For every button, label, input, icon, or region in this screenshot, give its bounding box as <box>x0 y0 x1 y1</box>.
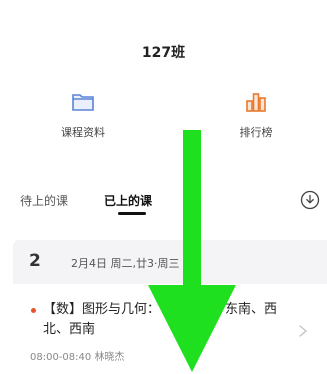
lesson-status-dot <box>31 308 36 313</box>
ranking-label: 排行榜 <box>239 126 273 139</box>
course-materials-button[interactable]: 课程资料 <box>28 88 138 140</box>
lesson-group-date: 2月4日 周二,廿3·周三 <box>71 257 180 270</box>
lesson-item[interactable]: 【数】图形与几何：认识东北、东南、西北、西南 08:00-08:40 林晓杰 <box>13 284 327 374</box>
lesson-teacher: 林晓杰 <box>94 352 125 363</box>
ranking-button[interactable]: 排行榜 <box>201 88 311 140</box>
ranking-icon <box>246 93 266 112</box>
lesson-title: 【数】图形与几何：认识东北、东南、西北、西南 <box>43 302 278 337</box>
tab-finished[interactable]: 已上的课 <box>104 192 152 209</box>
folder-icon <box>72 94 94 111</box>
class-title: 127班 <box>141 45 186 61</box>
lesson-meta: 08:00-08:40 林晓杰 <box>30 348 124 363</box>
tab-upcoming[interactable]: 待上的课 <box>20 192 68 209</box>
lesson-time: 08:00-08:40 <box>30 352 92 363</box>
lesson-group-card: 2 2月4日 周二,廿3·周三 【数】图形与几何：认识东北、东南、西北、西南 0… <box>13 240 327 374</box>
active-tab-indicator <box>118 212 146 215</box>
lesson-group-number: 2 <box>29 251 41 271</box>
download-circle-icon[interactable] <box>300 190 320 210</box>
chevron-right-icon <box>299 325 307 337</box>
lesson-tabs: 待上的课 已上的课 <box>0 176 327 224</box>
lesson-group-header: 2 2月4日 周二,廿3·周三 <box>13 240 327 284</box>
class-page: 127班 课程资料 排行榜 待上的课 已上的课 2 2月4日 周二,廿3·周三 <box>0 0 327 374</box>
course-materials-label: 课程资料 <box>61 126 105 139</box>
